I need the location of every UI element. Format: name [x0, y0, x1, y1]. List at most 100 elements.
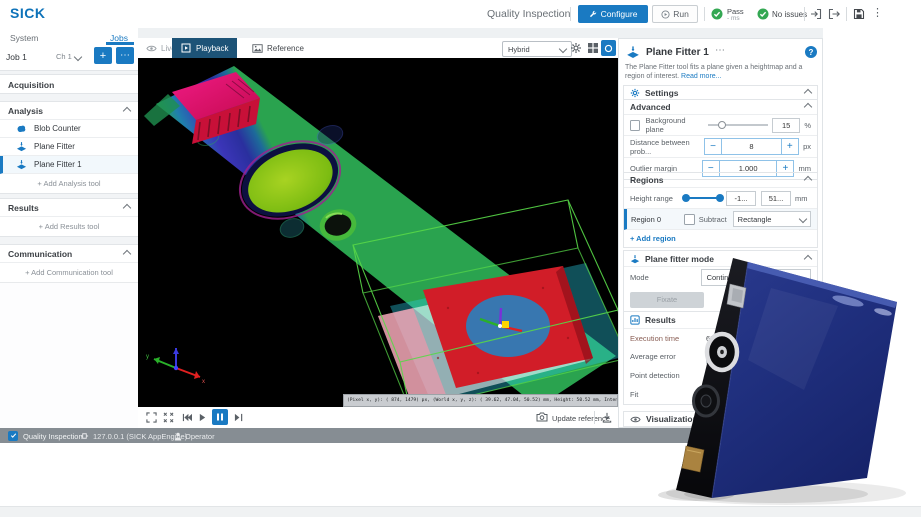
check-icon [10, 432, 17, 439]
sign-out-icon[interactable] [828, 8, 840, 20]
analysis-header[interactable]: Analysis [0, 102, 138, 120]
colormap-icon [604, 44, 613, 53]
help-icon[interactable]: ? [805, 46, 817, 58]
background-plane-slider[interactable] [708, 124, 768, 126]
plus-button[interactable]: + [781, 138, 800, 155]
chevron-up-icon [123, 106, 131, 114]
screenshot-stage: SICK Quality Inspection Configure Run Pa… [0, 0, 921, 517]
product-photo-battery [596, 238, 921, 517]
range-handle-max[interactable] [716, 194, 724, 202]
user-icon [174, 432, 182, 441]
pause-icon [216, 413, 224, 421]
distance-unit: px [803, 142, 811, 151]
heightmap-3d-scene[interactable]: x y [138, 58, 618, 407]
image-icon [252, 44, 263, 53]
channel-select[interactable]: Ch 1 [56, 52, 81, 61]
add-job-button[interactable]: + [94, 47, 112, 64]
results-label: Results [8, 203, 39, 213]
settings-label: Settings [645, 88, 679, 98]
brand-logo: SICK [10, 5, 45, 21]
distance-value[interactable]: 8 [722, 138, 780, 155]
status-user-label[interactable]: Operator [185, 432, 215, 441]
fit-view-icon[interactable] [163, 412, 174, 423]
plane-fitter-icon [16, 141, 27, 152]
skip-end-icon[interactable] [234, 413, 243, 422]
run-icon [661, 10, 670, 19]
background-plane-row: Background plane 15 % [624, 115, 817, 136]
viewer-canvas[interactable]: x y (Pixel x, y): ( 874, 1479) px, (Worl… [138, 58, 618, 407]
add-analysis-tool[interactable]: + Add Analysis tool [0, 174, 138, 193]
results-header[interactable]: Results [0, 199, 138, 217]
regions-header[interactable]: Regions [624, 173, 817, 188]
eye-icon [146, 44, 157, 53]
slider-handle[interactable] [718, 121, 726, 129]
run-button[interactable]: Run [652, 5, 698, 23]
chevron-up-icon [804, 88, 812, 96]
app-title: Quality Inspection [487, 8, 570, 20]
status-app-label: Quality Inspection [23, 432, 83, 441]
section-acquisition[interactable]: Acquisition [0, 74, 138, 94]
background-plane-value[interactable]: 15 [772, 118, 800, 133]
colormap-button[interactable] [601, 40, 616, 56]
sidebar-item-plane-fitter[interactable]: Plane Fitter [0, 138, 138, 156]
region-shape-select[interactable]: Rectangle [733, 211, 811, 227]
add-communication-tool[interactable]: + Add Communication tool [0, 263, 138, 282]
svg-text:x: x [202, 379, 205, 385]
height-range-max[interactable]: 51... [761, 191, 791, 206]
distance-label: Distance between prob... [630, 138, 704, 156]
minus-button[interactable]: − [704, 138, 723, 155]
pause-button[interactable] [212, 409, 228, 425]
sidebar-item-plane-fitter-1[interactable]: Plane Fitter 1 [0, 156, 138, 174]
communication-header[interactable]: Communication [0, 245, 138, 263]
background-plane-checkbox[interactable] [630, 120, 640, 131]
settings-header[interactable]: Settings [623, 85, 818, 100]
background-plane-label: Background plane [645, 116, 703, 134]
region-0-row[interactable]: Region 0 Subtract Rectangle [624, 209, 817, 230]
playback-controls: Update reference [138, 407, 618, 429]
chevron-down-icon [559, 45, 567, 53]
tab-reference[interactable]: Reference [252, 41, 304, 55]
job-name[interactable]: Job 1 [6, 52, 27, 62]
tab-reference-label: Reference [267, 44, 304, 53]
wrench-icon [589, 10, 597, 18]
tab-system[interactable]: System [10, 33, 38, 43]
subtract-checkbox[interactable] [684, 214, 695, 225]
height-range-row: Height range -1... 51... mm [624, 188, 817, 209]
sign-in-icon[interactable] [810, 8, 822, 20]
analysis-label: Analysis [8, 106, 43, 116]
region-0-label: Region 0 [631, 215, 684, 224]
fullscreen-icon[interactable] [146, 412, 157, 423]
read-more-link[interactable]: Read more... [681, 73, 721, 80]
grid-view-icon[interactable] [587, 42, 599, 54]
app-status-icon [8, 431, 18, 441]
viewer-settings-gear-icon[interactable] [570, 42, 582, 54]
plane-fitter-icon [16, 159, 27, 170]
no-issues-label: No issues [772, 10, 807, 19]
range-handle-min[interactable] [682, 194, 690, 202]
pass-subtext: - ms [727, 15, 740, 22]
height-range-min[interactable]: -1... [726, 191, 756, 206]
overflow-menu-icon[interactable]: ⋮ [872, 6, 883, 19]
display-mode-value: Hybrid [508, 45, 530, 54]
camera-icon[interactable] [536, 412, 548, 422]
display-mode-select[interactable]: Hybrid [502, 41, 572, 57]
divider [846, 7, 847, 21]
height-range-slider[interactable] [686, 197, 720, 200]
plane-fitter-icon [626, 45, 640, 59]
subtract-label: Subtract [699, 215, 727, 224]
tab-playback[interactable]: Playback [172, 38, 237, 58]
play-icon[interactable] [198, 413, 207, 422]
panel-menu[interactable]: ⋯ [715, 45, 725, 56]
advanced-header[interactable]: Advanced [624, 100, 817, 115]
save-icon[interactable] [853, 8, 865, 20]
svg-text:y: y [146, 354, 149, 360]
sidebar-item-blob-counter[interactable]: Blob Counter [0, 120, 138, 138]
skip-start-icon[interactable] [182, 413, 193, 422]
tab-playback-label: Playback [196, 44, 228, 53]
add-results-tool[interactable]: + Add Results tool [0, 217, 138, 236]
job-menu-button[interactable]: ⋯ [116, 47, 134, 64]
configure-button[interactable]: Configure [578, 5, 648, 23]
advanced-group: Advanced Background plane 15 % Distance … [623, 99, 818, 180]
sidebar-item-label: Blob Counter [34, 124, 81, 133]
section-results: Results + Add Results tool [0, 198, 138, 237]
